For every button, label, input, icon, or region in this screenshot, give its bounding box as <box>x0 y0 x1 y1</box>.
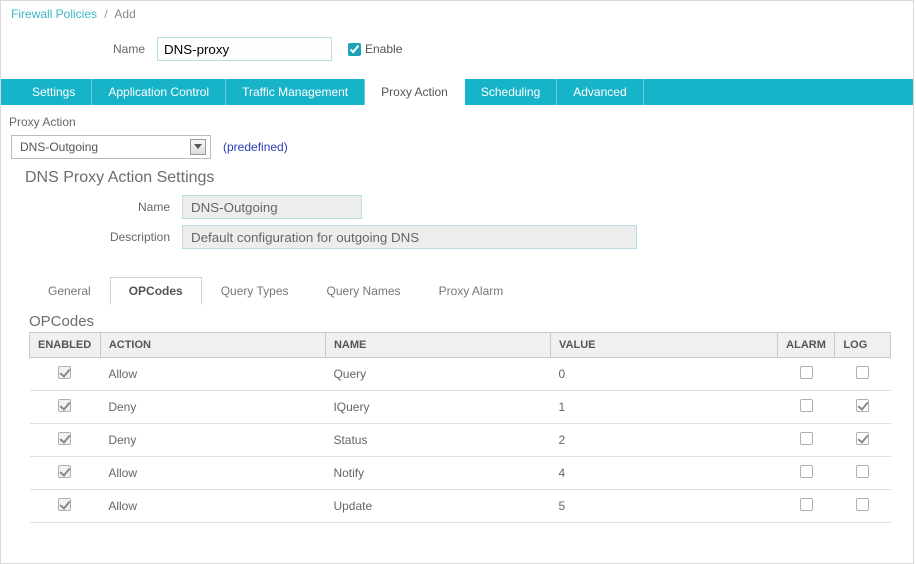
tab-traffic-management[interactable]: Traffic Management <box>226 79 365 105</box>
enabled-checkbox <box>58 465 71 478</box>
log-checkbox[interactable] <box>856 432 869 445</box>
table-row[interactable]: AllowUpdate5 <box>30 490 891 523</box>
policy-name-label: Name <box>7 42 157 56</box>
table-row[interactable]: AllowNotify4 <box>30 457 891 490</box>
enabled-checkbox <box>58 366 71 379</box>
col-log[interactable]: LOG <box>835 333 891 358</box>
settings-desc-input <box>182 225 637 249</box>
cell-action: Allow <box>100 490 325 523</box>
predefined-badge: (predefined) <box>223 140 288 154</box>
cell-value: 5 <box>551 490 778 523</box>
log-checkbox[interactable] <box>856 498 869 511</box>
settings-desc-label: Description <box>7 230 182 244</box>
settings-name-input <box>182 195 362 219</box>
proxy-action-label: Proxy Action <box>9 115 907 129</box>
proxy-action-select[interactable]: DNS-Outgoing <box>11 135 211 159</box>
log-checkbox[interactable] <box>856 465 869 478</box>
tab-scheduling[interactable]: Scheduling <box>465 79 557 105</box>
subtab-query-types[interactable]: Query Types <box>202 277 308 305</box>
alarm-checkbox[interactable] <box>800 498 813 511</box>
opcodes-table: ENABLED ACTION NAME VALUE ALARM LOG Allo… <box>29 332 891 523</box>
alarm-checkbox[interactable] <box>800 366 813 379</box>
col-name[interactable]: NAME <box>325 333 550 358</box>
alarm-checkbox[interactable] <box>800 465 813 478</box>
cell-name: IQuery <box>325 391 550 424</box>
cell-value: 2 <box>551 424 778 457</box>
cell-action: Deny <box>100 424 325 457</box>
subtab-general[interactable]: General <box>29 277 110 305</box>
subtab-opcodes[interactable]: OPCodes <box>110 277 202 305</box>
enabled-checkbox <box>58 399 71 412</box>
cell-name: Status <box>325 424 550 457</box>
col-enabled[interactable]: ENABLED <box>30 333 101 358</box>
chevron-down-icon[interactable] <box>190 139 206 155</box>
col-alarm[interactable]: ALARM <box>778 333 835 358</box>
cell-name: Update <box>325 490 550 523</box>
breadcrumb-current: Add <box>114 7 135 21</box>
cell-name: Notify <box>325 457 550 490</box>
policy-name-input[interactable] <box>157 37 332 61</box>
col-value[interactable]: VALUE <box>551 333 778 358</box>
enable-toggle[interactable]: Enable <box>344 40 402 59</box>
cell-value: 4 <box>551 457 778 490</box>
settings-name-label: Name <box>7 200 182 214</box>
log-checkbox[interactable] <box>856 366 869 379</box>
alarm-checkbox[interactable] <box>800 399 813 412</box>
enable-label: Enable <box>365 42 402 56</box>
col-action[interactable]: ACTION <box>100 333 325 358</box>
breadcrumb-root[interactable]: Firewall Policies <box>11 7 97 21</box>
cell-value: 0 <box>551 358 778 391</box>
tab-settings[interactable]: Settings <box>16 79 92 105</box>
cell-action: Allow <box>100 358 325 391</box>
enable-checkbox[interactable] <box>348 43 361 56</box>
table-row[interactable]: DenyIQuery1 <box>30 391 891 424</box>
proxy-action-selected: DNS-Outgoing <box>20 140 98 154</box>
cell-value: 1 <box>551 391 778 424</box>
breadcrumb-sep: / <box>100 7 111 21</box>
subtab-query-names[interactable]: Query Names <box>308 277 420 305</box>
cell-action: Deny <box>100 391 325 424</box>
opcodes-heading: OPCodes <box>29 313 907 330</box>
main-tabs: Settings Application Control Traffic Man… <box>1 79 913 105</box>
subtab-proxy-alarm[interactable]: Proxy Alarm <box>420 277 523 305</box>
tab-application-control[interactable]: Application Control <box>92 79 226 105</box>
tab-proxy-action[interactable]: Proxy Action <box>365 79 465 105</box>
dns-proxy-settings-heading: DNS Proxy Action Settings <box>25 169 907 187</box>
log-checkbox[interactable] <box>856 399 869 412</box>
alarm-checkbox[interactable] <box>800 432 813 445</box>
table-row[interactable]: DenyStatus2 <box>30 424 891 457</box>
enabled-checkbox <box>58 498 71 511</box>
cell-action: Allow <box>100 457 325 490</box>
table-row[interactable]: AllowQuery0 <box>30 358 891 391</box>
tab-advanced[interactable]: Advanced <box>557 79 643 105</box>
cell-name: Query <box>325 358 550 391</box>
sub-tabs: General OPCodes Query Types Query Names … <box>29 277 907 305</box>
enabled-checkbox <box>58 432 71 445</box>
breadcrumb: Firewall Policies / Add <box>7 7 907 31</box>
